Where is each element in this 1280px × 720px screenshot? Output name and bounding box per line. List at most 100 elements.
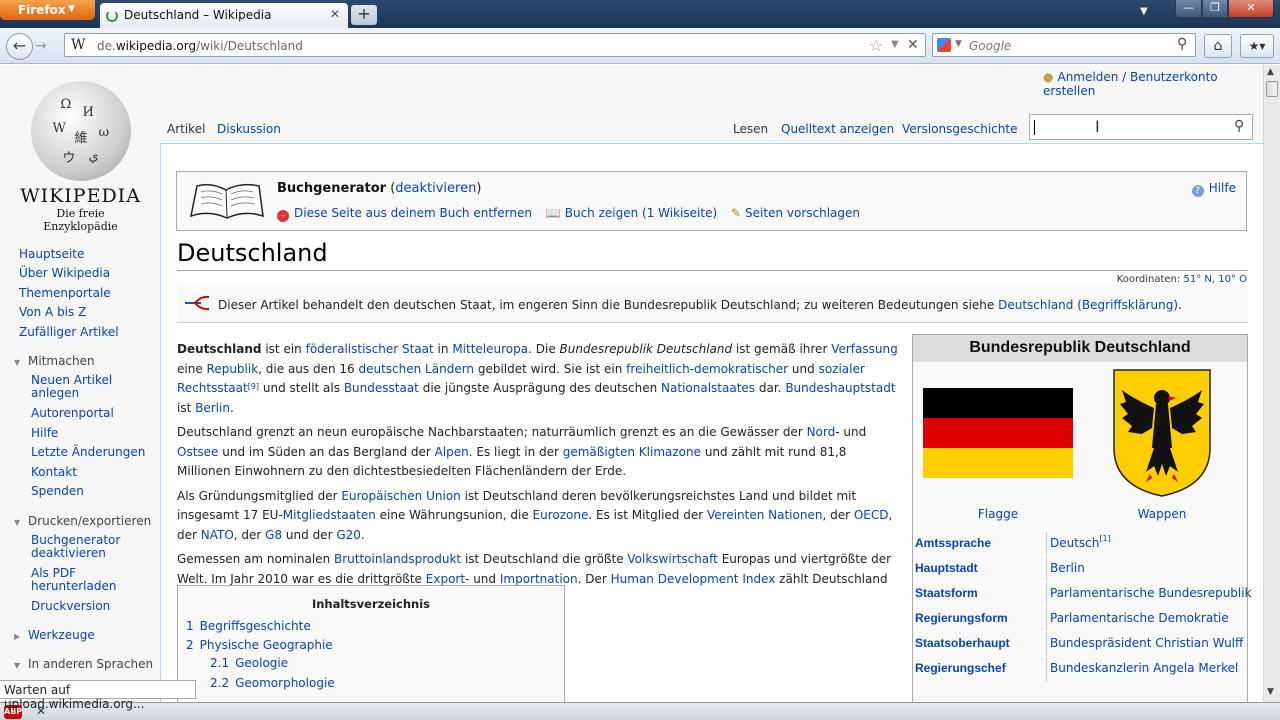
sidebar-item-autorenportal[interactable]: Autorenportal <box>31 407 114 420</box>
sidebar-item-themenportale[interactable]: Themenportale <box>19 287 111 300</box>
bookgen-deactivate-link[interactable]: deaktivieren <box>395 181 476 196</box>
infobox-key[interactable]: Regierungsform <box>915 611 1008 625</box>
tab-diskussion[interactable]: Diskussion <box>217 122 281 136</box>
toc-item[interactable]: 1 Begriffsgeschichte <box>186 619 311 633</box>
footnote-ref[interactable]: [9] <box>248 382 259 391</box>
sidebar-item-druckversion[interactable]: Druckversion <box>31 600 110 613</box>
article-link[interactable]: Importnation <box>500 572 578 586</box>
back-button[interactable]: ← <box>6 33 33 60</box>
infobox-key[interactable]: Amtssprache <box>915 536 991 550</box>
article-link[interactable]: Eurozone <box>533 508 589 522</box>
tab-list-icon[interactable]: ▼ <box>1140 6 1148 17</box>
scroll-up-icon[interactable]: ▲ <box>1267 67 1274 77</box>
article-link[interactable]: Nord <box>807 425 836 439</box>
sidebar-item-ueber[interactable]: Über Wikipedia <box>19 267 110 280</box>
infobox-key[interactable]: Regierungschef <box>915 661 1006 675</box>
article-link[interactable]: Mitteleuropa <box>452 342 528 356</box>
toc-item[interactable]: 2.2 Geomorphologie <box>210 676 335 690</box>
article-link[interactable]: G8 <box>265 528 282 542</box>
sidebar-section-drucken[interactable]: ▼ Drucken/exportieren <box>14 514 151 528</box>
sidebar-item-spenden[interactable]: Spenden <box>31 485 84 498</box>
article-link[interactable]: gemäßigten Klimazone <box>563 445 701 459</box>
toc-item[interactable]: 2.1 Geologie <box>210 656 288 670</box>
article-link[interactable]: Vereinten Nationen <box>707 508 822 522</box>
scroll-down-icon[interactable]: ▼ <box>1267 687 1274 697</box>
tab-artikel[interactable]: Artikel <box>167 122 205 136</box>
article-link[interactable]: Bruttoinlandsprodukt <box>334 552 461 566</box>
article-link[interactable]: föderalistischer Staat <box>306 342 434 356</box>
close-tab-icon[interactable]: ✕ <box>330 7 340 21</box>
google-icon[interactable] <box>937 38 951 52</box>
toc-item[interactable]: 2 Physische Geographie <box>186 638 333 652</box>
sidebar-section-mitmachen[interactable]: ▼ Mitmachen <box>14 354 95 368</box>
article-link[interactable]: Republik <box>207 362 259 376</box>
new-tab-button[interactable]: + <box>351 5 377 25</box>
tab-deutschland[interactable]: Deutschland – Wikipedia ✕ <box>100 3 348 28</box>
sidebar-item-hauptseite[interactable]: Hauptseite <box>19 248 84 261</box>
infobox-value[interactable]: Parlamentarische Demokratie <box>1050 611 1229 625</box>
sidebar-item-buchgenerator[interactable]: Buchgenerator deaktivieren <box>31 534 151 560</box>
article-link[interactable]: Nationalstaates <box>661 381 755 395</box>
infobox-key[interactable]: Staatsform <box>915 586 978 600</box>
sidebar-section-sprachen[interactable]: ▼ In anderen Sprachen <box>14 657 153 671</box>
infobox-value[interactable]: Bundeskanzlerin Angela Merkel <box>1050 661 1238 675</box>
close-window-button[interactable]: ✕ <box>1228 0 1274 18</box>
sidebar-section-werkzeuge[interactable]: ▶ Werkzeuge <box>14 628 95 642</box>
article-link[interactable]: Verfassung <box>831 342 898 356</box>
article-link[interactable]: Bundeshauptstadt <box>785 381 895 395</box>
firefox-menu-button[interactable]: Firefox ▼ <box>0 0 95 20</box>
bookgen-show-link[interactable]: Buch zeigen (1 Wikiseite) <box>565 206 717 220</box>
coat-caption-link[interactable]: Wappen <box>1112 507 1212 521</box>
sidebar-item-pdf[interactable]: Als PDF herunterladen <box>31 567 121 593</box>
tab-lesen[interactable]: Lesen <box>733 122 768 136</box>
url-text[interactable]: de.wikipedia.org/wiki/Deutschland <box>97 39 303 53</box>
bookmark-star-icon[interactable]: ☆ <box>869 36 883 55</box>
infobox-value[interactable]: Berlin <box>1050 561 1085 575</box>
footnote-ref[interactable]: [1] <box>1099 534 1110 543</box>
article-link[interactable]: G20 <box>336 528 361 542</box>
infobox-value[interactable]: Deutsch[1] <box>1050 534 1111 550</box>
bookgen-suggest-link[interactable]: Seiten vorschlagen <box>745 206 860 220</box>
article-link[interactable]: Bundesstaat <box>344 381 419 395</box>
engine-dropdown-icon[interactable]: ▼ <box>955 39 962 49</box>
url-bar[interactable]: W de.wikipedia.org/wiki/Deutschland ☆ ▼ … <box>64 33 926 57</box>
sidebar-item-zufaelliger-artikel[interactable]: Zufälliger Artikel <box>19 326 119 339</box>
wikipedia-logo[interactable]: Ω И W 維 ω ウ ي WIKIPEDIA Die freie Enzykl… <box>18 75 143 233</box>
search-icon[interactable]: ⚲ <box>1177 36 1187 52</box>
forward-button[interactable]: → <box>35 38 47 54</box>
article-link[interactable]: freiheitlich-demokratischer <box>626 362 788 376</box>
infobox-value[interactable]: Parlamentarische Bundesrepublik <box>1050 586 1252 600</box>
sidebar-item-a-bis-z[interactable]: Von A bis Z <box>19 306 86 319</box>
article-link[interactable]: OECD <box>854 508 889 522</box>
article-link[interactable]: Ostsee <box>177 445 218 459</box>
article-link[interactable]: Berlin <box>195 401 230 415</box>
search-engine-bar[interactable]: ▼ Google ⚲ <box>932 33 1196 57</box>
restore-button[interactable]: ❐ <box>1202 0 1228 18</box>
history-dropdown-icon[interactable]: ▼ <box>891 39 899 50</box>
sidebar-item-hilfe[interactable]: Hilfe <box>31 427 58 440</box>
stop-icon[interactable]: ✕ <box>907 37 919 53</box>
sidebar-item-letzte-aenderungen[interactable]: Letzte Änderungen <box>31 446 145 459</box>
article-link[interactable]: Human Development Index <box>611 572 776 586</box>
flag-image[interactable] <box>923 388 1073 478</box>
article-link[interactable]: NATO <box>201 528 234 542</box>
search-icon[interactable]: ⚲ <box>1234 118 1244 134</box>
infobox-key[interactable]: Hauptstadt <box>915 561 978 575</box>
article-link[interactable]: Export <box>426 572 465 586</box>
article-link[interactable]: deutschen Ländern <box>358 362 474 376</box>
article-link[interactable]: Volkswirtschaft <box>627 552 717 566</box>
home-button[interactable]: ⌂ <box>1204 34 1232 58</box>
article-link[interactable]: Mitgliedstaaten <box>283 508 376 522</box>
coordinates-link[interactable]: 51° N, 10° O <box>1183 274 1247 285</box>
disambiguation-link[interactable]: Deutschland (Begriffsklärung) <box>998 298 1178 312</box>
coat-of-arms-image[interactable] <box>1112 368 1212 498</box>
sidebar-item-kontakt[interactable]: Kontakt <box>31 466 77 479</box>
article-link[interactable]: Alpen <box>435 445 469 459</box>
article-link[interactable]: Europäischen Union <box>341 489 460 503</box>
bookgen-help-link[interactable]: ? Hilfe <box>1191 181 1236 197</box>
infobox-key[interactable]: Staatsoberhaupt <box>915 636 1010 650</box>
scrollbar-thumb[interactable] <box>1266 81 1278 97</box>
infobox-value[interactable]: Bundespräsident Christian Wulff <box>1050 636 1243 650</box>
tab-quelltext[interactable]: Quelltext anzeigen <box>781 122 894 136</box>
vertical-scrollbar[interactable]: ▲ ▼ <box>1263 65 1280 703</box>
